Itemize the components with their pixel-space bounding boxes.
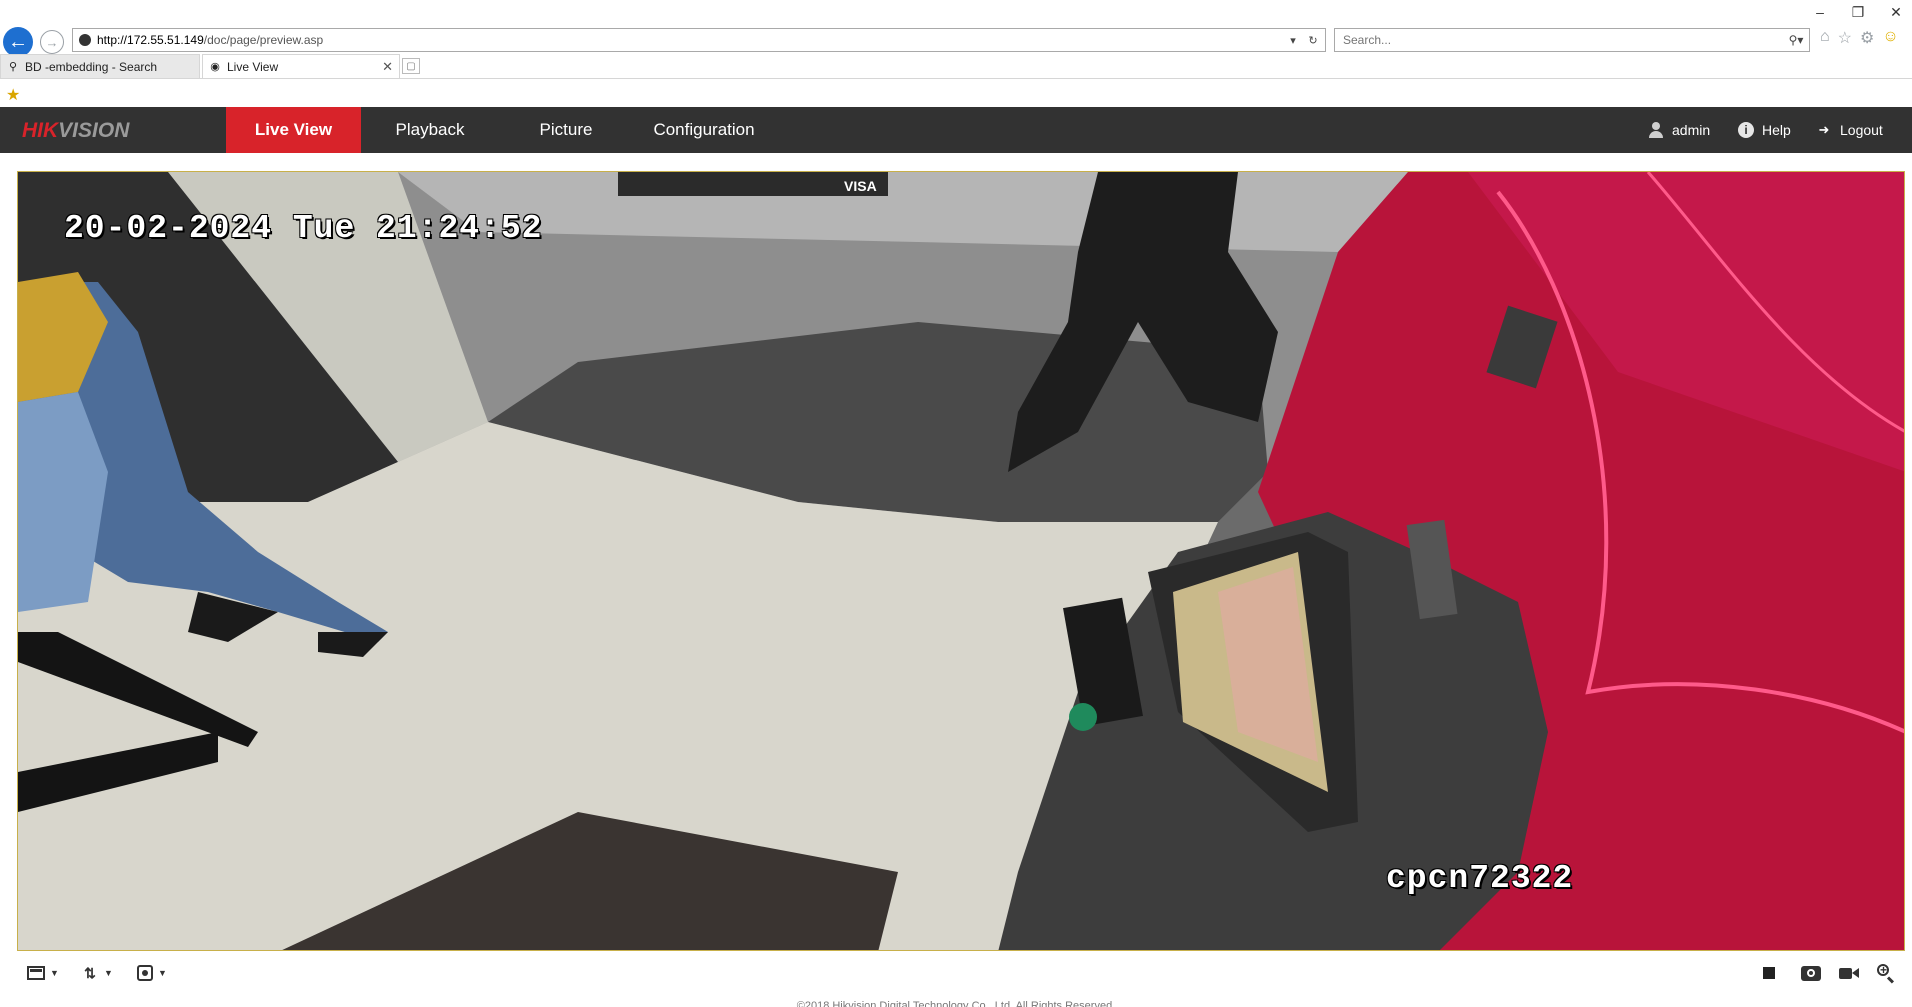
chevron-down-icon[interactable]: ▾	[1285, 34, 1301, 47]
favorites-bar: ★	[0, 79, 1912, 107]
nav-playback[interactable]: Playback	[370, 107, 490, 153]
chevron-down-icon: ▼	[158, 968, 167, 978]
plugin-icon	[137, 965, 153, 981]
capture-icon	[1801, 965, 1821, 981]
chevron-down-icon: ▼	[50, 968, 59, 978]
favorites-star-icon[interactable]: ☆	[1838, 28, 1852, 48]
search-input[interactable]	[1341, 32, 1783, 48]
back-button[interactable]: ←	[3, 27, 33, 57]
stop-all-button[interactable]	[1763, 963, 1775, 983]
add-favorite-star-icon[interactable]: ★	[6, 85, 20, 105]
help-label: Help	[1762, 122, 1791, 138]
capture-button[interactable]	[1801, 963, 1821, 983]
osd-channel-name: cpcn72322	[1386, 860, 1574, 897]
tab-live-view[interactable]: ◉ Live View ✕	[202, 54, 400, 78]
digital-zoom-icon: +	[1877, 963, 1895, 982]
plugin-button[interactable]: ▼	[137, 963, 167, 983]
url-path: /doc/page/preview.asp	[203, 33, 324, 47]
close-window-button[interactable]: ✕	[1888, 4, 1904, 21]
tab-label: Live View	[227, 59, 279, 74]
record-button[interactable]	[1839, 963, 1859, 983]
nav-live-view[interactable]: Live View	[226, 107, 361, 153]
close-tab-icon[interactable]: ✕	[382, 59, 393, 75]
restore-button[interactable]: ❐	[1850, 4, 1866, 21]
tab-bd-embedding-search[interactable]: ⚲ BD -embedding - Search	[0, 54, 200, 78]
app-nav-bar: HIKVISION Live View Playback Picture Con…	[0, 107, 1912, 153]
user-menu[interactable]: admin	[1648, 107, 1710, 153]
stream-type-button[interactable]: ⇅ ▼	[81, 963, 113, 983]
live-view-control-bar: ▼ ⇅ ▼ ▼ +	[17, 953, 1905, 995]
url-host: http://172.55.51.149	[97, 33, 204, 47]
search-icon: ⚲	[8, 61, 18, 73]
logout-icon: ➜	[1818, 122, 1830, 137]
site-icon	[79, 34, 91, 46]
help-link[interactable]: i Help	[1738, 107, 1791, 153]
svg-text:VISA: VISA	[844, 178, 877, 194]
gear-icon[interactable]: ⚙	[1860, 28, 1874, 48]
browser-toolbar-icons: ⌂ ☆ ⚙ ☺	[1820, 28, 1899, 48]
chevron-down-icon: ▼	[104, 968, 113, 978]
browser-tab-row: ⚲ BD -embedding - Search ◉ Live View ✕ ▢	[0, 54, 1912, 79]
help-icon: i	[1738, 122, 1754, 138]
new-tab-button[interactable]: ▢	[402, 58, 420, 74]
search-icon[interactable]: ⚲▾	[1783, 33, 1809, 47]
url-text[interactable]: http://172.55.51.149/doc/page/preview.as…	[97, 33, 1285, 47]
user-icon	[1648, 122, 1664, 138]
logout-link[interactable]: ➜ Logout	[1816, 107, 1883, 153]
username-label: admin	[1672, 122, 1711, 138]
stop-all-icon	[1763, 967, 1775, 979]
browser-search[interactable]: ⚲▾	[1334, 28, 1810, 52]
osd-datetime: 20-02-2024 Tue 21:24:52	[64, 210, 543, 247]
digital-zoom-button[interactable]: +	[1877, 963, 1895, 983]
site-icon: ◉	[210, 61, 220, 73]
window-layout-button[interactable]: ▼	[27, 963, 59, 983]
nav-picture[interactable]: Picture	[506, 107, 626, 153]
stream-type-icon: ⇅	[84, 964, 96, 981]
browser-titlebar: – ❐ ✕	[0, 0, 1912, 24]
home-icon[interactable]: ⌂	[1820, 28, 1830, 48]
nav-configuration[interactable]: Configuration	[636, 107, 772, 153]
window-layout-icon	[27, 966, 45, 980]
hikvision-logo: HIKVISION	[22, 119, 130, 142]
address-bar[interactable]: http://172.55.51.149/doc/page/preview.as…	[72, 28, 1326, 52]
tab-label: BD -embedding - Search	[25, 59, 158, 74]
window-controls: – ❐ ✕	[1812, 4, 1904, 21]
forward-button[interactable]: →	[40, 30, 64, 54]
footer-copyright: ©2018 Hikvision Digital Technology Co., …	[796, 1000, 1116, 1007]
feedback-smiley-icon[interactable]: ☺	[1882, 28, 1898, 48]
camera-feed-image: VISA	[18, 172, 1904, 950]
live-video-viewport[interactable]: VISA 20-02-2024 Tue 21:24:52 cpcn72322	[17, 171, 1905, 951]
logout-label: Logout	[1840, 122, 1883, 138]
record-icon	[1839, 966, 1859, 980]
minimize-button[interactable]: –	[1812, 4, 1828, 21]
refresh-icon[interactable]: ↻	[1305, 34, 1321, 47]
browser-address-row: ← → http://172.55.51.149/doc/page/previe…	[0, 24, 1912, 57]
